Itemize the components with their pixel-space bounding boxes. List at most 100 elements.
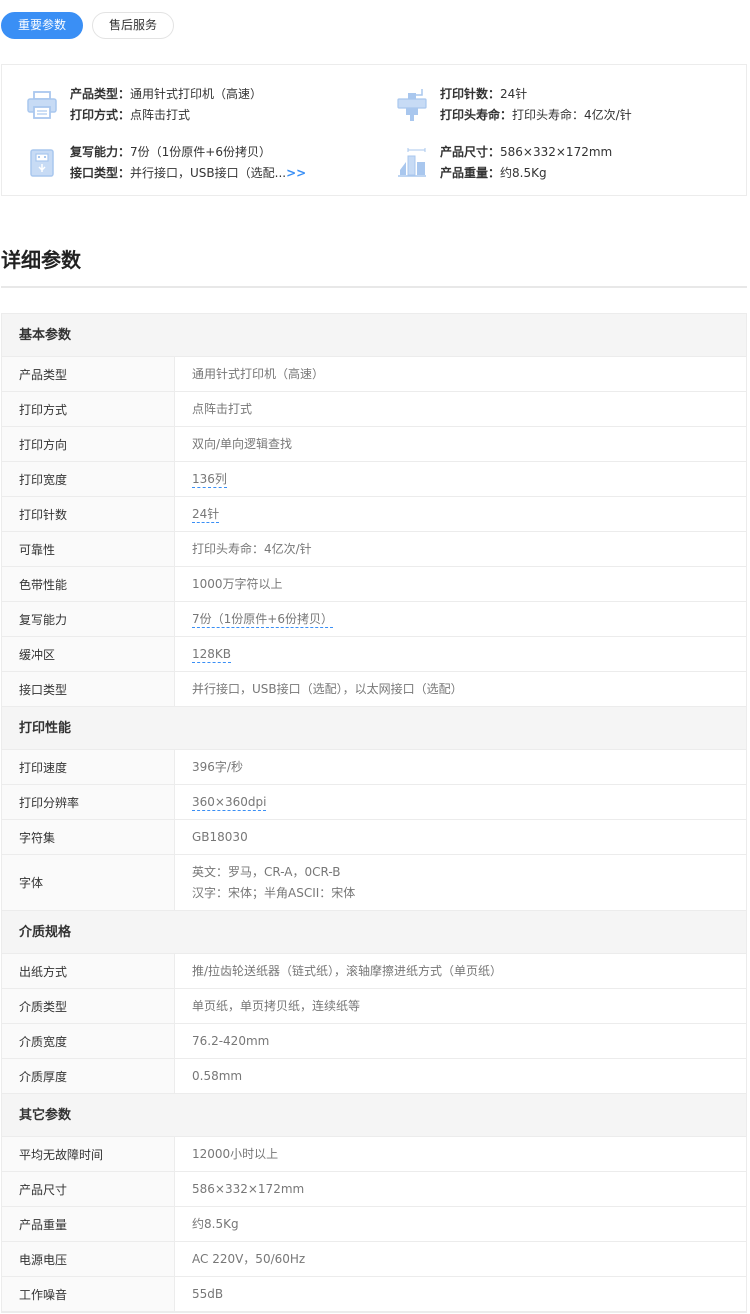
param-name: 工作噪音 <box>2 1277 175 1311</box>
summary-value: 并行接口，USB接口（选配... <box>130 166 287 180</box>
summary-value: 7份（1份原件+6份拷贝） <box>130 145 271 159</box>
param-value: 396字/秒 <box>175 750 746 784</box>
table-row: 电源电压 AC 220V，50/60Hz <box>2 1242 746 1277</box>
param-name: 打印宽度 <box>2 462 175 496</box>
param-value-text: GB18030 <box>192 829 248 844</box>
table-row: 出纸方式 推/拉齿轮送纸器（链式纸），滚轴摩擦进纸方式（单页纸） <box>2 954 746 989</box>
section-header: 打印性能 <box>2 707 746 750</box>
summary-item-size: 产品尺寸：586×332×172mm 产品重量：约8.5Kg <box>394 143 612 182</box>
table-row: 产品类型 通用针式打印机（高速） <box>2 357 746 392</box>
tab-after-sales[interactable]: 售后服务 <box>92 12 175 39</box>
param-value: 单页纸，单页拷贝纸，连续纸等 <box>175 989 746 1023</box>
param-value: 128KB <box>175 637 746 671</box>
table-row: 介质宽度 76.2-420mm <box>2 1024 746 1059</box>
table-row: 可靠性 打印头寿命：4亿次/针 <box>2 532 746 567</box>
table-row: 产品尺寸 586×332×172mm <box>2 1172 746 1207</box>
summary-key: 产品尺寸： <box>440 145 501 159</box>
param-value-text: 约8.5Kg <box>192 1216 239 1231</box>
param-value-text: 汉字：宋体；半角ASCII：宋体 <box>192 885 356 900</box>
table-row: 色带性能 1000万字符以上 <box>2 567 746 602</box>
table-row: 缓冲区 128KB <box>2 637 746 672</box>
section-header: 介质规格 <box>2 911 746 954</box>
param-value: 英文：罗马，CR-A，0CR-B 汉字：宋体；半角ASCII：宋体 <box>175 855 746 910</box>
param-value: 点阵击打式 <box>175 392 746 426</box>
table-row: 打印针数 24针 <box>2 497 746 532</box>
param-name: 接口类型 <box>2 672 175 706</box>
tab-bar: 重要参数 售后服务 <box>1 12 175 39</box>
param-name: 出纸方式 <box>2 954 175 988</box>
section-header: 其它参数 <box>2 1094 746 1137</box>
param-value: 约8.5Kg <box>175 1207 746 1241</box>
param-value-link[interactable]: 360×360dpi <box>192 794 267 811</box>
usb-icon <box>24 145 60 181</box>
more-link[interactable]: >> <box>286 166 306 180</box>
table-row: 字符集 GB18030 <box>2 820 746 855</box>
param-name: 打印针数 <box>2 497 175 531</box>
param-name: 字符集 <box>2 820 175 854</box>
param-name: 平均无故障时间 <box>2 1137 175 1171</box>
params-table: 基本参数 产品类型 通用针式打印机（高速） 打印方式 点阵击打式打印方向 双向/单向逻辑查… <box>1 313 747 1313</box>
table-row: 介质厚度 0.58mm <box>2 1059 746 1094</box>
summary-key: 打印针数： <box>440 87 501 101</box>
param-name: 字体 <box>2 855 175 910</box>
summary-key: 打印方式： <box>70 108 131 122</box>
param-name: 缓冲区 <box>2 637 175 671</box>
param-name: 产品尺寸 <box>2 1172 175 1206</box>
param-value: 55dB <box>175 1277 746 1311</box>
table-row: 工作噪音 55dB <box>2 1277 746 1312</box>
param-value: 通用针式打印机（高速） <box>175 357 746 391</box>
param-value: 双向/单向逻辑查找 <box>175 427 746 461</box>
param-value-text: 396字/秒 <box>192 759 243 774</box>
param-name: 打印方式 <box>2 392 175 426</box>
param-value-text: 1000万字符以上 <box>192 576 283 591</box>
param-value: 7份（1份原件+6份拷贝） <box>175 602 746 636</box>
table-row: 字体 英文：罗马，CR-A，0CR-B 汉字：宋体；半角ASCII：宋体 <box>2 855 746 911</box>
summary-value: 打印头寿命：4亿次/针 <box>512 108 632 122</box>
table-row: 打印速度 396字/秒 <box>2 750 746 785</box>
table-row: 打印方向 双向/单向逻辑查找 <box>2 427 746 462</box>
param-value-link[interactable]: 128KB <box>192 646 232 663</box>
summary-value: 586×332×172mm <box>500 145 613 159</box>
title-divider <box>1 286 747 288</box>
param-value-text: AC 220V，50/60Hz <box>192 1251 306 1266</box>
summary-value: 点阵击打式 <box>130 108 191 122</box>
param-value-text: 双向/单向逻辑查找 <box>192 436 293 451</box>
param-value: 并行接口，USB接口（选配），以太网接口（选配） <box>175 672 746 706</box>
table-row: 平均无故障时间 12000小时以上 <box>2 1137 746 1172</box>
table-row: 复写能力 7份（1份原件+6份拷贝） <box>2 602 746 637</box>
param-value: 360×360dpi <box>175 785 746 819</box>
print-head-icon <box>394 87 430 123</box>
section-header: 基本参数 <box>2 314 746 357</box>
param-value: AC 220V，50/60Hz <box>175 1242 746 1276</box>
summary-key: 产品重量： <box>440 166 501 180</box>
param-value-text: 55dB <box>192 1286 224 1301</box>
param-value-text: 点阵击打式 <box>192 401 253 416</box>
summary-key: 打印头寿命： <box>440 108 513 122</box>
param-name: 打印速度 <box>2 750 175 784</box>
param-value-link[interactable]: 24针 <box>192 506 220 523</box>
param-name: 打印方向 <box>2 427 175 461</box>
param-name: 介质类型 <box>2 989 175 1023</box>
param-name: 产品重量 <box>2 1207 175 1241</box>
param-value: 136列 <box>175 462 746 496</box>
param-value: 1000万字符以上 <box>175 567 746 601</box>
param-value: 0.58mm <box>175 1059 746 1093</box>
param-name: 可靠性 <box>2 532 175 566</box>
summary-key: 产品类型： <box>70 87 131 101</box>
table-row: 打印方式 点阵击打式 <box>2 392 746 427</box>
param-value-text: 单页纸，单页拷贝纸，连续纸等 <box>192 998 361 1013</box>
param-value-link[interactable]: 136列 <box>192 471 227 488</box>
param-value-text: 通用针式打印机（高速） <box>192 366 325 381</box>
param-name: 色带性能 <box>2 567 175 601</box>
param-value-text: 12000小时以上 <box>192 1146 279 1161</box>
summary-key: 接口类型： <box>70 166 131 180</box>
param-value-link[interactable]: 7份（1份原件+6份拷贝） <box>192 611 333 628</box>
dimensions-icon <box>394 145 430 181</box>
page-title: 详细参数 <box>1 248 81 272</box>
param-name: 复写能力 <box>2 602 175 636</box>
summary-item-type: 产品类型：通用针式打印机（高速） 打印方式：点阵击打式 <box>24 85 262 124</box>
key-specs-summary: 产品类型：通用针式打印机（高速） 打印方式：点阵击打式 打印针数：24针 打印头… <box>1 64 747 196</box>
param-value-text: 并行接口，USB接口（选配），以太网接口（选配） <box>192 681 463 696</box>
summary-item-copy: 复写能力：7份（1份原件+6份拷贝） 接口类型：并行接口，USB接口（选配...… <box>24 143 306 182</box>
tab-important-params[interactable]: 重要参数 <box>1 12 84 39</box>
